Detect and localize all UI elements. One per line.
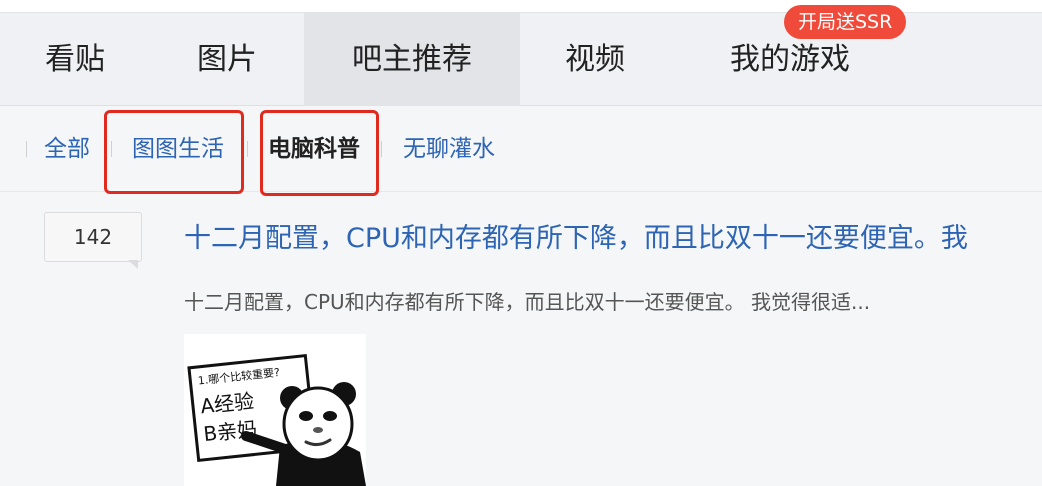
tab-posts[interactable]: 看贴 xyxy=(0,13,150,107)
reply-count-badge: 142 xyxy=(44,212,142,262)
tab-recommended[interactable]: 吧主推荐 xyxy=(304,13,520,107)
promo-badge[interactable]: 开局送SSR xyxy=(784,5,907,39)
filter-all[interactable]: 全部 xyxy=(44,106,90,192)
tab-images[interactable]: 图片 xyxy=(150,13,304,107)
separator xyxy=(381,141,382,157)
highlight-box-pc-science xyxy=(260,110,379,196)
filter-chat[interactable]: 无聊灌水 xyxy=(403,106,495,192)
post-thumbnail[interactable]: 1.哪个比较重要? A经验 B亲妈 xyxy=(184,334,366,486)
separator xyxy=(247,141,248,157)
tab-videos[interactable]: 视频 xyxy=(520,13,670,107)
separator xyxy=(26,141,27,157)
post-title[interactable]: 十二月配置，CPU和内存都有所下降，而且比双十一还要便宜。我 xyxy=(184,216,1004,255)
post-excerpt: 十二月配置，CPU和内存都有所下降，而且比双十一还要便宜。 我觉得很适... xyxy=(184,290,871,314)
reply-badge-tail xyxy=(128,260,138,269)
highlight-box-pic-life xyxy=(104,110,244,194)
panda-meme-icon xyxy=(241,382,366,486)
